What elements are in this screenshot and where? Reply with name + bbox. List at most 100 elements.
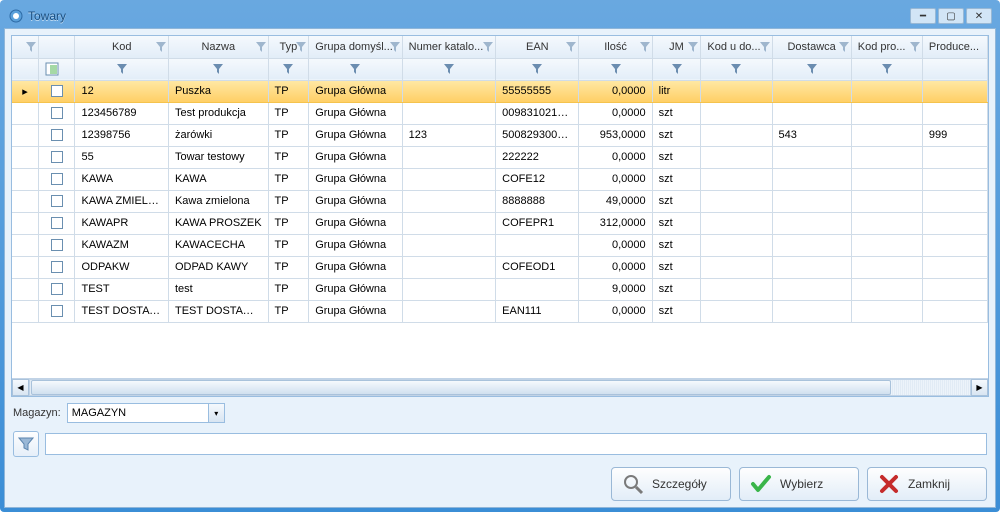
filter-icon[interactable] (26, 42, 36, 52)
filter-cell[interactable] (309, 58, 402, 80)
scroll-thumb[interactable] (31, 380, 891, 395)
filter-icon[interactable] (839, 42, 849, 52)
filter-icon[interactable] (156, 42, 166, 52)
filter-icon[interactable] (117, 64, 127, 74)
row-checkbox-cell[interactable] (38, 256, 75, 278)
col-indicator[interactable] (12, 36, 38, 58)
table-row[interactable]: ODPAKWODPAD KAWYTPGrupa GłównaCOFEOD10,0… (12, 256, 988, 278)
table-row[interactable]: 123456789Test produkcjaTPGrupa Główna009… (12, 102, 988, 124)
filter-cell[interactable] (268, 58, 309, 80)
scroll-left-button[interactable]: ◀ (12, 379, 29, 396)
magazyn-combo[interactable]: ▾ (67, 403, 225, 423)
titlebar[interactable]: Towary ━ ▢ ✕ (4, 4, 996, 28)
filter-cell[interactable] (496, 58, 579, 80)
select-all-icon[interactable] (45, 62, 69, 76)
col-typ[interactable]: Typ (268, 36, 309, 58)
row-checkbox-cell[interactable] (38, 190, 75, 212)
table-row[interactable]: KAWAZMKAWACECHATPGrupa Główna0,0000szt (12, 234, 988, 256)
filter-cell[interactable] (701, 58, 772, 80)
filter-icon[interactable] (566, 42, 576, 52)
checkbox[interactable] (51, 239, 63, 251)
col-nkat[interactable]: Numer katalo... (402, 36, 495, 58)
scroll-right-button[interactable]: ▶ (971, 379, 988, 396)
filter-icon[interactable] (640, 42, 650, 52)
filter-icon[interactable] (296, 42, 306, 52)
filter-cell[interactable] (38, 58, 75, 80)
checkbox[interactable] (51, 129, 63, 141)
data-grid[interactable]: Kod Nazwa Typ Grupa domyśl... Numer kata… (11, 35, 989, 397)
col-nazwa[interactable]: Nazwa (168, 36, 268, 58)
checkbox[interactable] (51, 217, 63, 229)
filter-cell[interactable] (579, 58, 652, 80)
filter-icon[interactable] (213, 64, 223, 74)
table-row[interactable]: 55Towar testowyTPGrupa Główna2222220,000… (12, 146, 988, 168)
table-row[interactable]: TEST DOSTAWCYTEST DOSTAWC...TPGrupa Głów… (12, 300, 988, 322)
row-checkbox-cell[interactable] (38, 212, 75, 234)
details-button[interactable]: Szczegóły (611, 467, 731, 501)
magazyn-input[interactable] (68, 404, 208, 422)
col-jm[interactable]: JM (652, 36, 701, 58)
col-kodp[interactable]: Kod pro... (851, 36, 922, 58)
maximize-button[interactable]: ▢ (938, 8, 964, 24)
filter-icon[interactable] (532, 64, 542, 74)
checkbox[interactable] (51, 261, 63, 273)
filter-cell[interactable] (772, 58, 851, 80)
table-row[interactable]: KAWAKAWATPGrupa GłównaCOFE120,0000szt (12, 168, 988, 190)
filter-icon[interactable] (910, 42, 920, 52)
filter-icon[interactable] (283, 64, 293, 74)
row-checkbox-cell[interactable] (38, 102, 75, 124)
row-checkbox-cell[interactable] (38, 80, 75, 102)
close-window-button[interactable]: ✕ (966, 8, 992, 24)
table-row[interactable]: TESTtestTPGrupa Główna9,0000szt (12, 278, 988, 300)
filter-icon[interactable] (350, 64, 360, 74)
filter-icon[interactable] (390, 42, 400, 52)
filter-icon[interactable] (611, 64, 621, 74)
filter-icon[interactable] (807, 64, 817, 74)
filter-icon[interactable] (483, 42, 493, 52)
table-row[interactable]: KAWAPRKAWA PROSZEKTPGrupa GłównaCOFEPR13… (12, 212, 988, 234)
row-checkbox-cell[interactable] (38, 278, 75, 300)
col-checkbox[interactable] (38, 36, 75, 58)
checkbox[interactable] (51, 151, 63, 163)
close-button[interactable]: Zamknij (867, 467, 987, 501)
filter-cell[interactable] (168, 58, 268, 80)
filter-cell[interactable] (851, 58, 922, 80)
table-row[interactable]: KAWA ZMIELO...Kawa zmielonaTPGrupa Główn… (12, 190, 988, 212)
filter-icon[interactable] (444, 64, 454, 74)
col-ilosc[interactable]: Ilość (579, 36, 652, 58)
scroll-track[interactable] (29, 379, 971, 396)
dropdown-arrow-icon[interactable]: ▾ (208, 404, 224, 422)
checkbox[interactable] (51, 85, 63, 97)
filter-icon[interactable] (760, 42, 770, 52)
col-dost[interactable]: Dostawca (772, 36, 851, 58)
col-kod[interactable]: Kod (75, 36, 168, 58)
col-prod[interactable]: Produce... (922, 36, 987, 58)
filter-cell[interactable] (75, 58, 168, 80)
checkbox[interactable] (51, 305, 63, 317)
search-input[interactable] (45, 433, 987, 455)
horizontal-scrollbar[interactable]: ◀ ▶ (12, 378, 988, 396)
checkbox[interactable] (51, 283, 63, 295)
filter-icon[interactable] (672, 64, 682, 74)
filter-icon[interactable] (731, 64, 741, 74)
col-grupa[interactable]: Grupa domyśl... (309, 36, 402, 58)
filter-cell[interactable] (402, 58, 495, 80)
filter-cell[interactable] (652, 58, 701, 80)
checkbox[interactable] (51, 107, 63, 119)
col-ean[interactable]: EAN (496, 36, 579, 58)
filter-icon[interactable] (688, 42, 698, 52)
row-checkbox-cell[interactable] (38, 124, 75, 146)
filter-cell[interactable] (12, 58, 38, 80)
row-checkbox-cell[interactable] (38, 234, 75, 256)
table-row[interactable]: 12398756żarówkiTPGrupa Główna12350082930… (12, 124, 988, 146)
col-kodd[interactable]: Kod u do... (701, 36, 772, 58)
table-row[interactable]: ▸12PuszkaTPGrupa Główna555555550,0000lit… (12, 80, 988, 102)
filter-cell[interactable] (922, 58, 987, 80)
row-checkbox-cell[interactable] (38, 300, 75, 322)
checkbox[interactable] (51, 195, 63, 207)
filter-button[interactable] (13, 431, 39, 457)
filter-icon[interactable] (256, 42, 266, 52)
row-checkbox-cell[interactable] (38, 168, 75, 190)
filter-icon[interactable] (882, 64, 892, 74)
minimize-button[interactable]: ━ (910, 8, 936, 24)
